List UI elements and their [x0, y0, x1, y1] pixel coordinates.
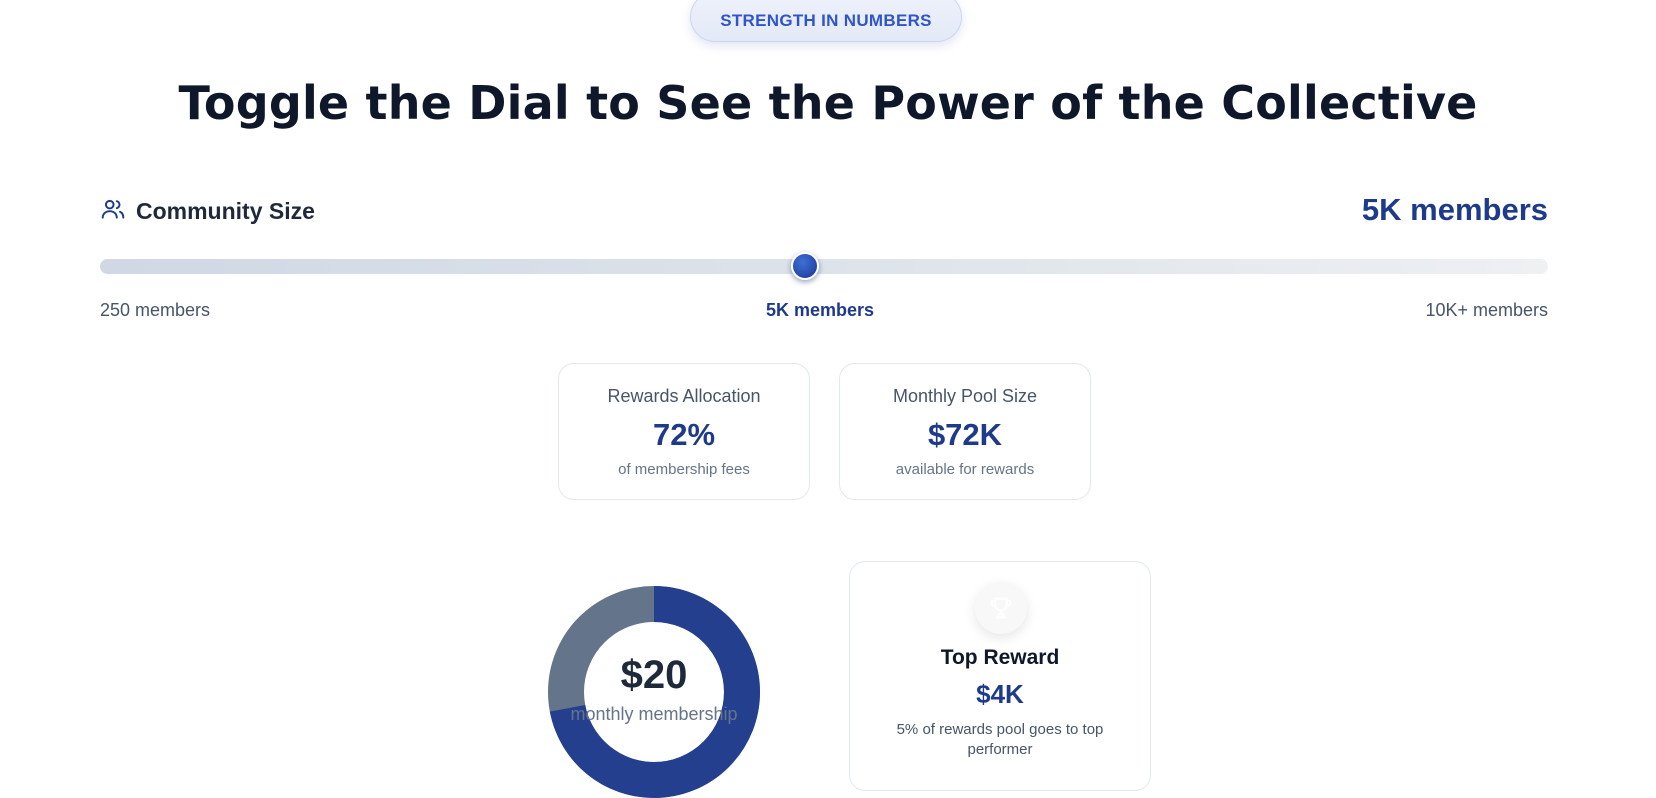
section-badge: STRENGTH IN NUMBERS — [690, 0, 962, 42]
slider-max-label: 10K+ members — [1425, 300, 1548, 320]
stat-subtitle: available for rewards — [895, 461, 1035, 478]
stat-subtitle: of membership fees — [618, 461, 750, 478]
stat-title: Rewards Allocation — [607, 386, 761, 406]
community-size-slider-track[interactable] — [100, 259, 1548, 274]
community-size-value: 5K members — [1361, 192, 1548, 227]
trophy-icon — [975, 582, 1027, 634]
membership-label: monthly membership — [570, 704, 738, 724]
membership-price: $20 — [620, 653, 688, 697]
top-reward-card: Top Reward $4K 5% of rewards pool goes t… — [849, 561, 1151, 791]
slider-current-label: 5K members — [765, 300, 875, 320]
slider-min-label: 250 members — [100, 300, 211, 320]
stat-value: $72K — [927, 417, 1003, 452]
stat-value: 72% — [652, 417, 716, 452]
monthly-pool-card: Monthly Pool Size $72K available for rew… — [839, 363, 1091, 500]
rewards-allocation-card: Rewards Allocation 72% of membership fee… — [558, 363, 810, 500]
community-size-slider-thumb[interactable] — [791, 252, 820, 280]
community-size-label: Community Size — [100, 196, 315, 227]
top-reward-title: Top Reward — [940, 646, 1060, 669]
community-size-text: Community Size — [136, 198, 315, 224]
stat-title: Monthly Pool Size — [892, 386, 1038, 406]
page-title: Toggle the Dial to See the Power of the … — [178, 76, 1478, 130]
top-reward-description: 5% of rewards pool goes to top performer — [896, 721, 1104, 758]
users-icon — [100, 196, 126, 227]
top-reward-value: $4K — [976, 679, 1024, 709]
